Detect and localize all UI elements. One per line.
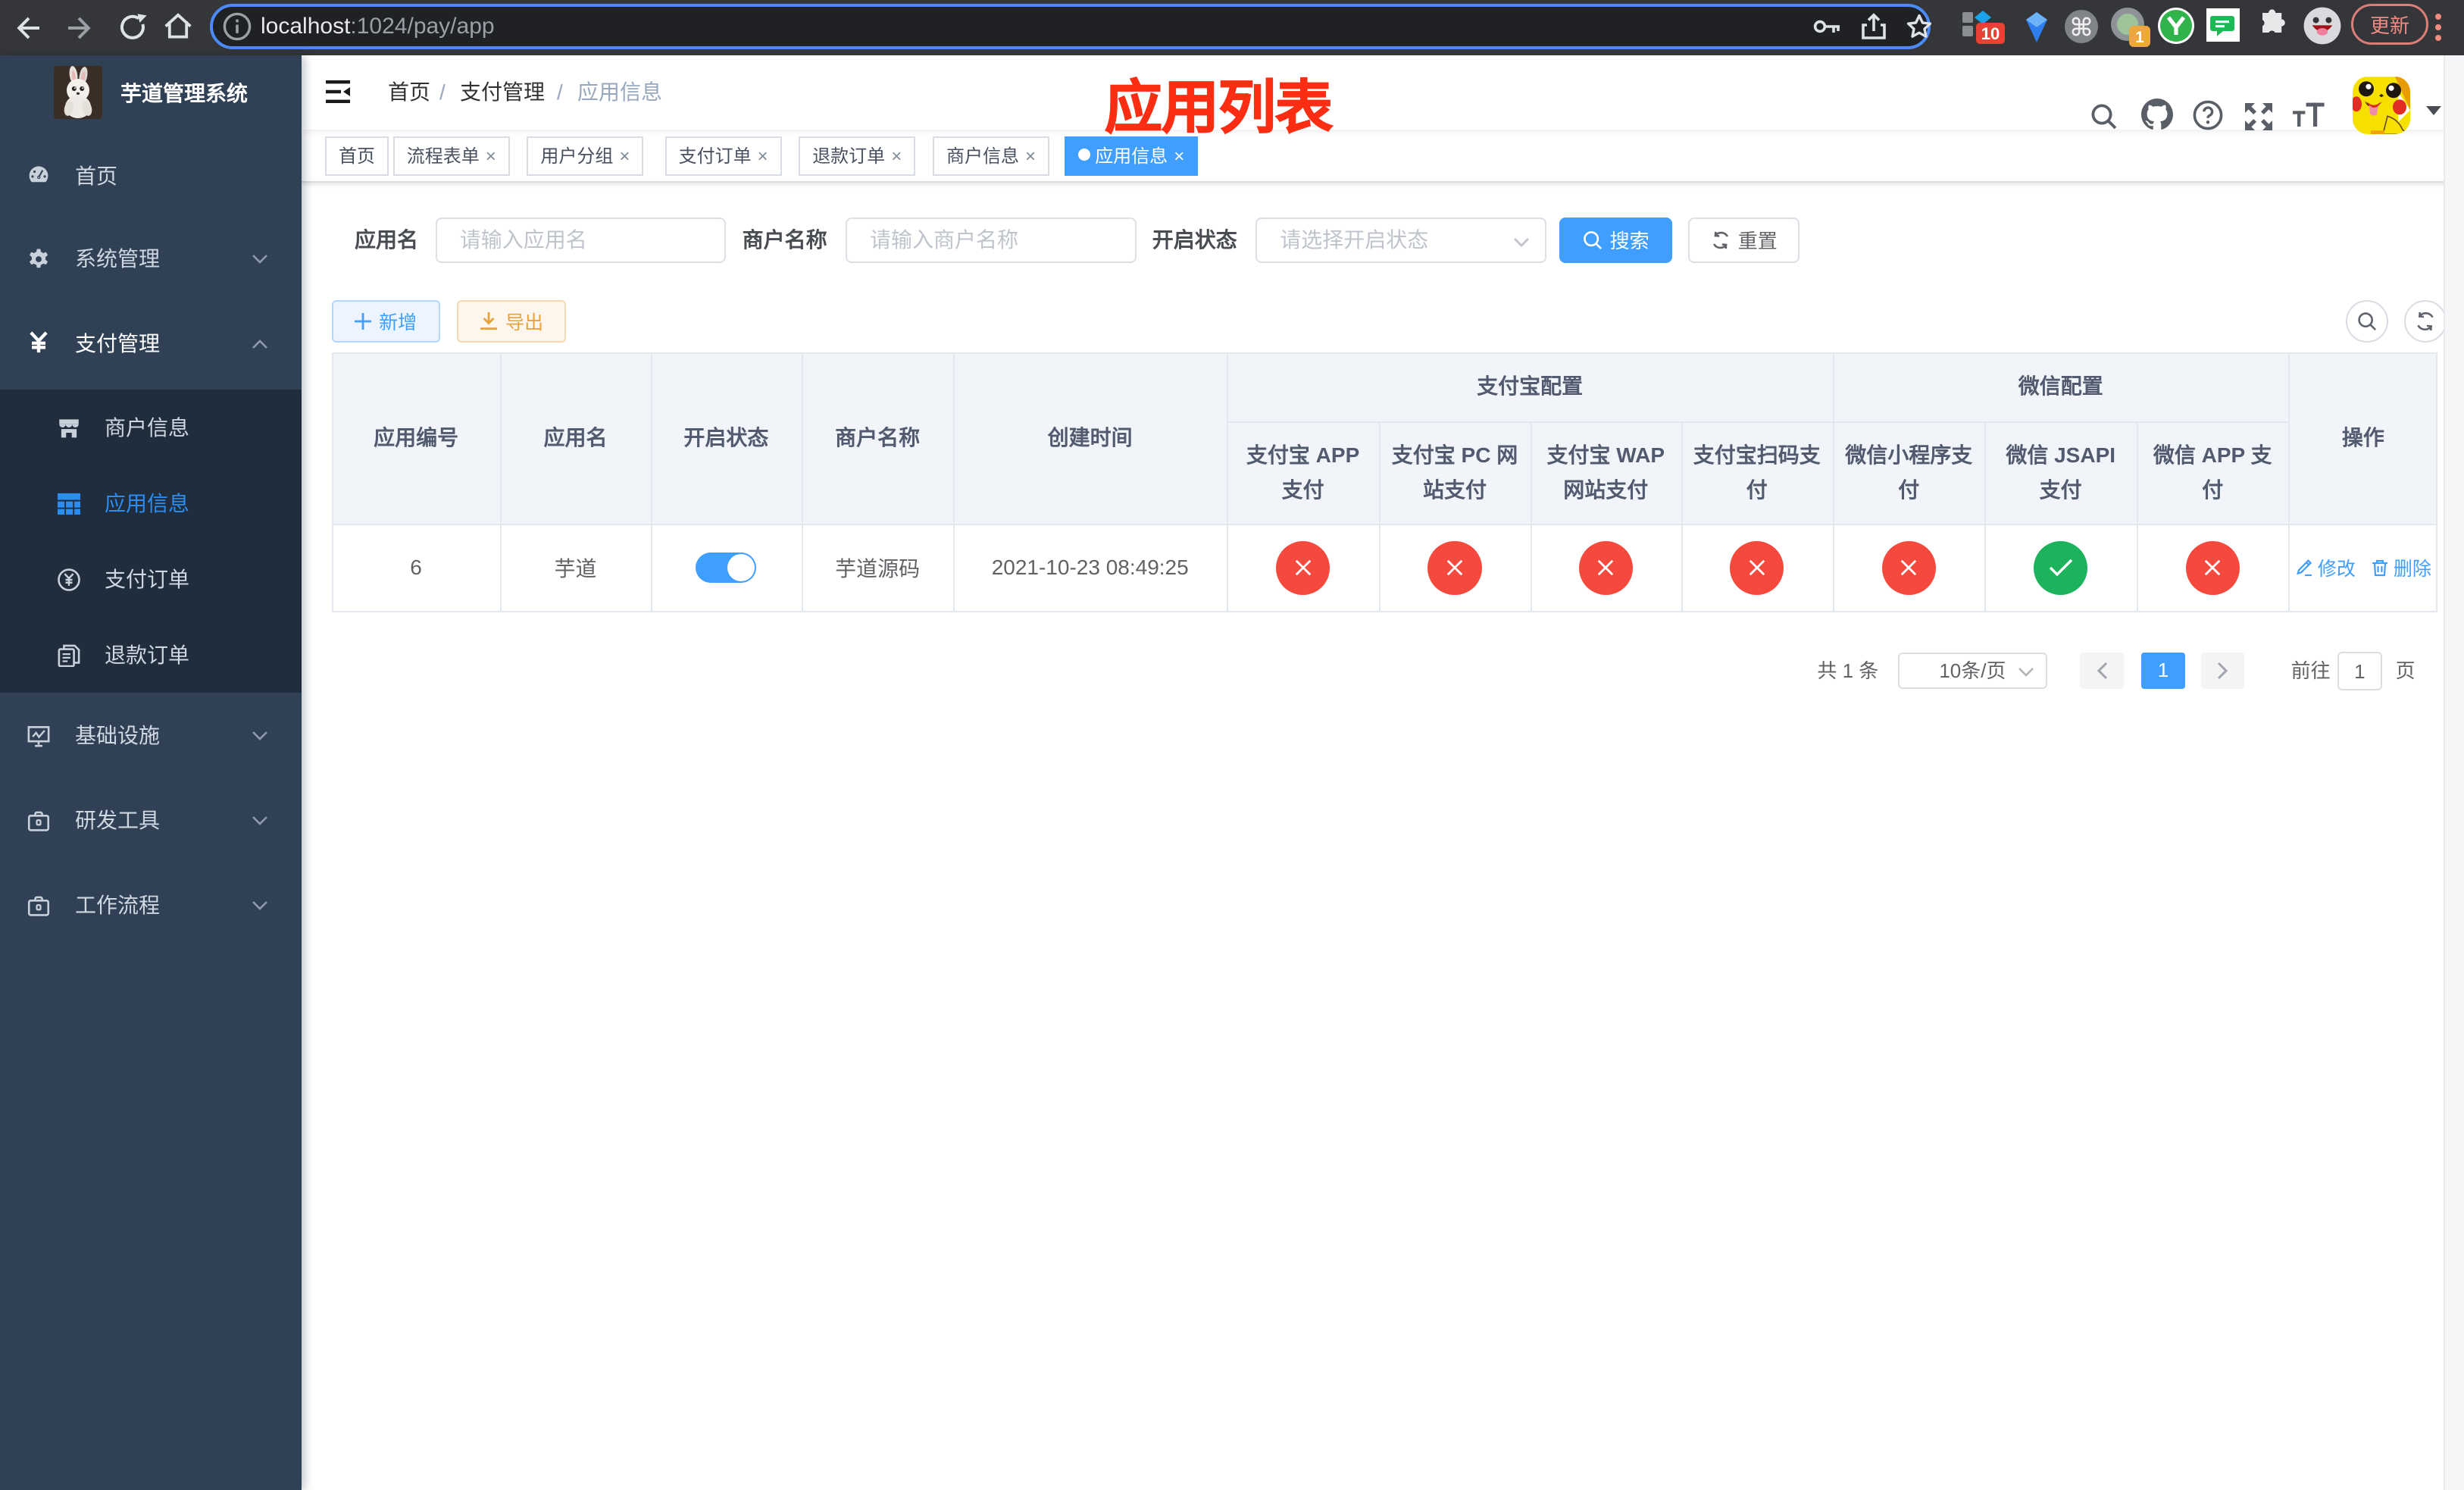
svg-text:1: 1	[2135, 29, 2144, 46]
svg-text:10: 10	[1981, 24, 2000, 43]
